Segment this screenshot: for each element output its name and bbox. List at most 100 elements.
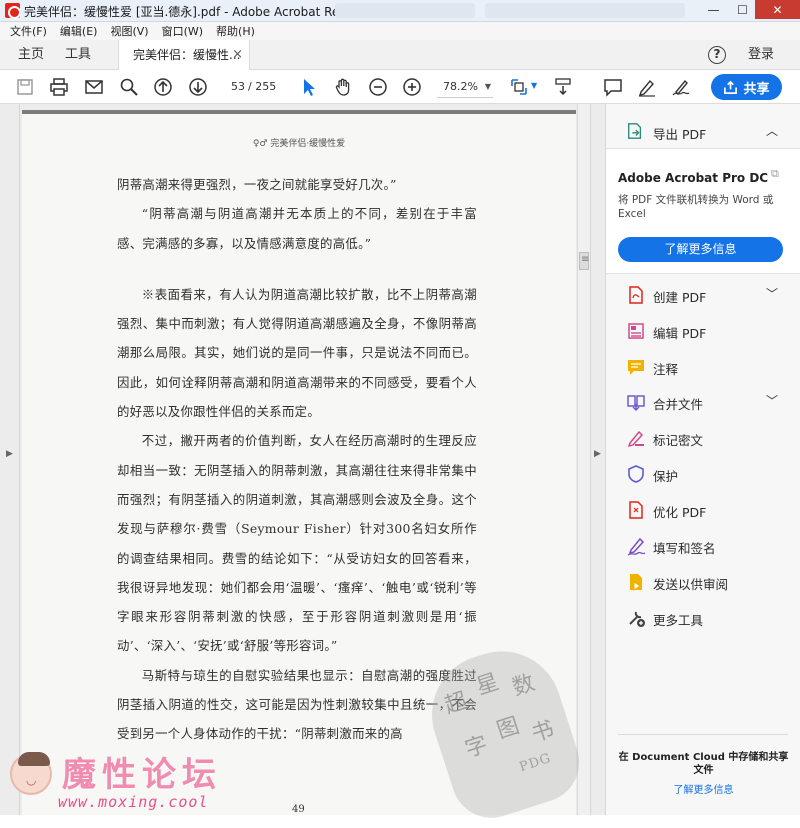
menu-bar: 文件(F) 编辑(E) 视图(V) 窗口(W) 帮助(H) [0, 22, 800, 40]
edit-pdf-icon [628, 323, 644, 339]
optimize-pdf-icon [629, 501, 643, 519]
tool-edit-pdf[interactable]: 编辑 PDF [606, 316, 800, 346]
page-down-icon[interactable] [187, 76, 209, 98]
tool-comment[interactable]: 注释 [606, 352, 800, 382]
sign-icon[interactable] [670, 76, 692, 98]
tab-document[interactable]: 完美伴侣：缓慢性... × [118, 40, 250, 70]
forum-title: 魔性论坛 [62, 755, 222, 795]
tool-fill-sign[interactable]: 填写和签名 [606, 531, 800, 561]
comment-icon[interactable] [602, 76, 624, 98]
tool-label: 合并文件 [653, 397, 704, 412]
create-pdf-icon [629, 286, 643, 304]
left-pane-toggle[interactable]: ▶ [0, 104, 20, 815]
tab-tools[interactable]: 工具 [65, 40, 91, 70]
promo-title: Adobe Acrobat Pro DC [618, 171, 769, 185]
running-head: ♀♂ 完美伴侣·缓慢性爱 [252, 139, 346, 149]
tool-optimize-pdf[interactable]: 优化 PDF [606, 495, 800, 525]
tool-label: 创建 PDF [653, 290, 707, 305]
send-review-icon [630, 574, 642, 591]
learn-more-button[interactable]: 了解更多信息 [618, 237, 783, 262]
menu-file[interactable]: 文件(F) [10, 23, 47, 39]
zoom-value: 78.2% [443, 80, 478, 93]
email-icon[interactable] [83, 76, 105, 98]
chevron-down-icon[interactable]: ▼ [531, 81, 537, 90]
tool-label: 注释 [653, 362, 679, 377]
search-icon[interactable] [118, 76, 140, 98]
paragraph: ※表面看来，有人认为阴道高潮比较扩散，比不上阴蒂高潮强烈、集中而刺激；有人觉得阴… [117, 286, 477, 420]
blurred-background-region [485, 3, 685, 18]
tab-close-icon[interactable]: × [232, 40, 243, 70]
highlight-pen-icon[interactable] [636, 76, 658, 98]
tab-home[interactable]: 主页 [18, 40, 44, 70]
window-title: 完美伴侣：缓慢性爱 [亚当.德永].pdf - Adobe Acrobat Re… [24, 5, 388, 19]
page-up-icon[interactable] [152, 76, 174, 98]
export-pdf-label: 导出 PDF [653, 127, 707, 142]
scroll-mode-icon[interactable] [552, 76, 574, 98]
mascot-icon [10, 752, 52, 795]
scrollbar-thumb[interactable] [579, 252, 589, 270]
menu-edit[interactable]: 编辑(E) [60, 23, 98, 39]
close-window-button[interactable]: ✕ [755, 0, 800, 19]
chevron-down-icon[interactable]: ﹀ [766, 285, 778, 302]
tools-pane: 导出 PDF ︿ Adobe Acrobat Pro DC ⧉ 将 PDF 文件… [605, 104, 800, 815]
acrobat-pro-promo: Adobe Acrobat Pro DC ⧉ 将 PDF 文件联机转换为 Wor… [606, 148, 800, 274]
menu-view[interactable]: 视图(V) [110, 23, 148, 39]
tool-label: 优化 PDF [653, 505, 707, 520]
vertical-scrollbar[interactable] [577, 104, 590, 815]
tool-label: 标记密文 [653, 433, 704, 448]
minimize-button[interactable]: — [700, 0, 727, 19]
zoom-out-icon[interactable] [367, 76, 389, 98]
menu-window[interactable]: 窗口(W) [162, 23, 203, 39]
tool-label: 编辑 PDF [653, 326, 707, 341]
more-tools-icon [629, 611, 645, 627]
forum-url: www.moxing.cool [58, 793, 209, 811]
paragraph: 不过，撇开两者的价值判断，女人在经历高潮时的生理反应却相当一致：无阴茎插入的阴蒂… [117, 433, 477, 654]
tool-protect[interactable]: 保护 [606, 459, 800, 489]
zoom-select[interactable]: 78.2% ▼ [437, 76, 493, 98]
toolbar: 53 / 255 78.2% ▼ ▼ 共享 [0, 70, 800, 104]
paragraph: “阴蒂高潮与阴道高潮并无本质上的不同，差别在于丰富感、完满感的多寡，以及情感满意… [117, 206, 477, 251]
tool-send-review[interactable]: 发送以供审阅 [606, 567, 800, 597]
print-icon[interactable] [48, 76, 70, 98]
paragraph: 马斯特与琼生的自慰实验结果也显示：自慰高潮的强度胜过阴茎插入阴道的性交，这可能是… [117, 667, 477, 742]
title-bar: 完美伴侣：缓慢性爱 [亚当.德永].pdf - Adobe Acrobat Re… [0, 0, 800, 22]
panel-divider [618, 734, 788, 735]
document-cloud-text: 在 Document Cloud 中存储和共享文件 [618, 752, 789, 776]
login-button[interactable]: 登录 [748, 40, 774, 70]
select-cursor-icon[interactable] [298, 76, 320, 98]
hand-icon[interactable] [332, 76, 354, 98]
save-icon[interactable] [14, 76, 36, 98]
tool-label: 填写和签名 [653, 541, 716, 556]
blurred-background-region [335, 3, 475, 18]
expand-right-icon: ▶ [594, 449, 601, 459]
right-pane-toggle[interactable]: ▶ [590, 104, 605, 815]
acrobat-app-icon [5, 3, 21, 19]
export-pdf-header[interactable]: 导出 PDF ︿ [606, 104, 800, 148]
chevron-down-icon[interactable]: ﹀ [766, 392, 778, 409]
share-button[interactable]: 共享 [711, 74, 782, 100]
document-cloud-link[interactable]: 了解更多信息 [606, 781, 800, 796]
tool-create-pdf[interactable]: 创建 PDF ﹀ [606, 280, 800, 310]
fill-sign-icon [627, 537, 646, 556]
share-label: 共享 [743, 81, 770, 97]
menu-help[interactable]: 帮助(H) [216, 23, 255, 39]
export-pdf-icon [628, 123, 642, 139]
chevron-down-icon: ▼ [484, 82, 491, 91]
forum-watermark-logo: 魔性论坛 www.moxing.cool [2, 745, 232, 815]
share-icon [724, 80, 738, 94]
fit-page-icon[interactable] [508, 76, 530, 98]
chevron-up-icon[interactable]: ︿ [766, 122, 778, 139]
zoom-in-icon[interactable] [401, 76, 423, 98]
combine-files-icon [627, 395, 645, 411]
tool-redact[interactable]: 标记密文 [606, 423, 800, 453]
expand-left-icon: ▶ [6, 449, 13, 459]
tool-combine-files[interactable]: 合并文件 ﹀ [606, 387, 800, 417]
tool-label: 保护 [653, 469, 679, 484]
tool-label: 更多工具 [653, 613, 704, 628]
help-icon[interactable]: ? [708, 46, 726, 64]
tab-document-label: 完美伴侣：缓慢性... [133, 48, 241, 62]
page-number-input[interactable]: 53 [221, 78, 245, 96]
maximize-button[interactable]: ☐ [729, 0, 756, 19]
promo-link-icon: ⧉ [771, 167, 779, 180]
tool-more-tools[interactable]: 更多工具 [606, 603, 800, 633]
